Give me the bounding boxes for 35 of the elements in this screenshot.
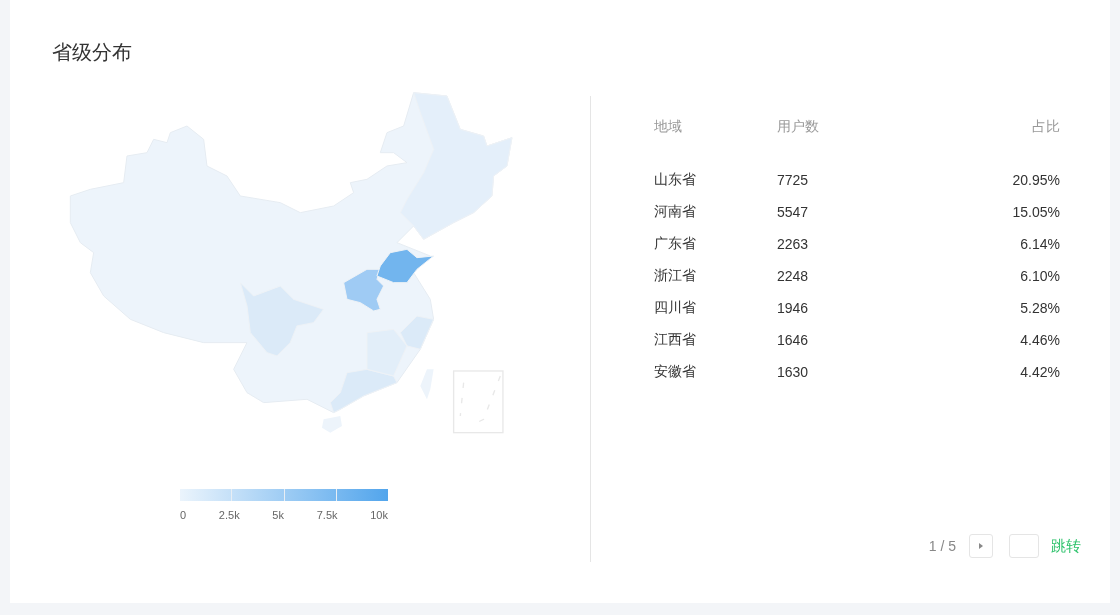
jump-link[interactable]: 跳转 [1051, 536, 1081, 556]
table-cell: 2263 [777, 236, 809, 252]
legend-label: 10k [370, 509, 388, 521]
legend-label: 0 [180, 509, 187, 521]
table-cell: 河南省 [654, 203, 696, 219]
table-cell: 5547 [777, 204, 809, 220]
table-cell: 四川省 [654, 299, 696, 315]
table-cell: 7725 [777, 172, 809, 188]
table-cell: 山东省 [654, 171, 696, 187]
table-cell: 江西省 [654, 331, 696, 347]
table-cell: 4.46% [1020, 332, 1060, 348]
column-header: 地域 [654, 116, 777, 164]
table-cell: 广东省 [654, 235, 696, 251]
table-cell: 15.05% [1012, 204, 1060, 220]
table-cell: 6.10% [1020, 268, 1060, 284]
table-cell: 安徽省 [654, 363, 696, 379]
legend-label: 7.5k [316, 509, 338, 521]
page-indicator: 1 / 5 [928, 538, 956, 554]
table-cell: 浙江省 [654, 267, 696, 283]
table-cell: 4.42% [1020, 364, 1060, 380]
caret-right-icon [979, 543, 983, 549]
legend-label: 2.5k [218, 509, 240, 521]
legend-label: 5k [272, 509, 284, 521]
card-title: 省级分布 [52, 40, 133, 65]
table-cell: 6.14% [1020, 236, 1060, 252]
table-cell: 1630 [777, 364, 809, 380]
column-header: 用户数 [777, 116, 820, 136]
table-cell: 1646 [777, 332, 809, 348]
column-header: 占比 [1031, 116, 1060, 136]
page-input-field[interactable] [1009, 534, 1039, 558]
next-page-button[interactable] [969, 534, 993, 558]
table-cell: 20.95% [1012, 172, 1060, 188]
table-cell: 2248 [777, 268, 809, 284]
table-cell: 5.28% [1020, 300, 1060, 316]
table-cell: 1946 [777, 300, 809, 316]
